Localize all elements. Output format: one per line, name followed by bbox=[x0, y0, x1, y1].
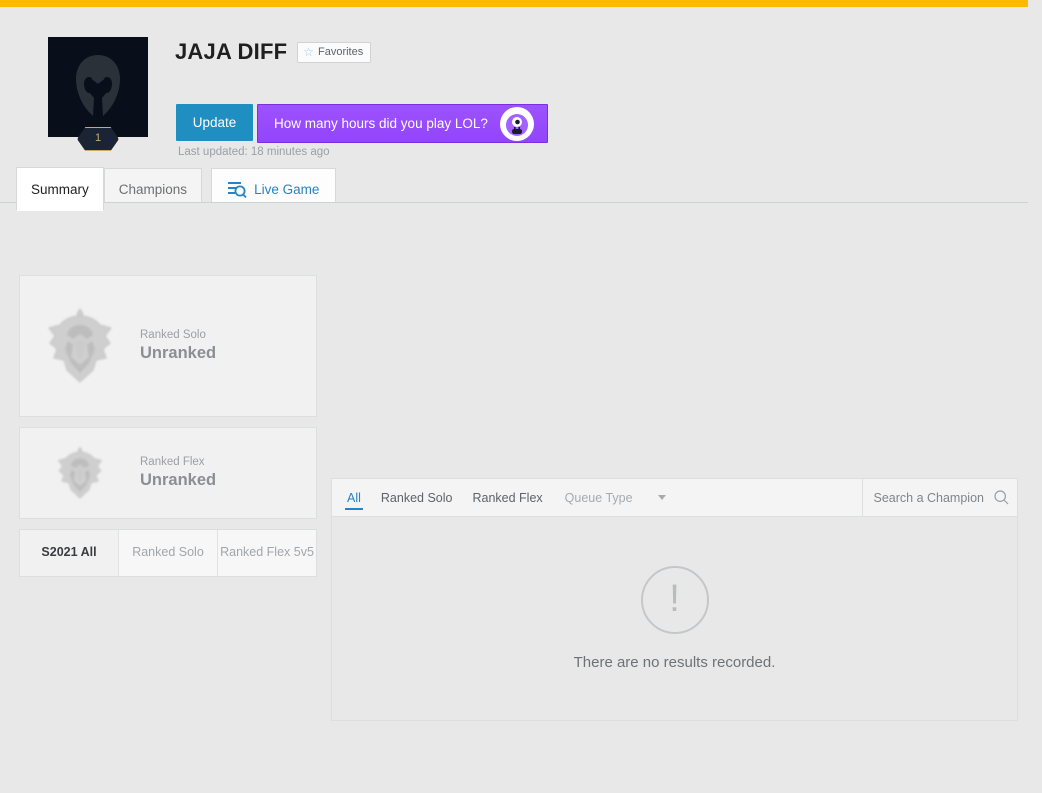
profile-header: 1 JAJA DIFF ☆ Favorites Update How many … bbox=[0, 7, 1028, 203]
unranked-emblem-icon bbox=[37, 303, 123, 389]
profile-icon-wrapper[interactable]: 1 bbox=[48, 37, 148, 137]
action-button-row: Update How many hours did you play LOL? bbox=[176, 104, 548, 143]
queue-type-label: Queue Type bbox=[565, 491, 633, 505]
ranked-sidebar: Ranked Solo Unranked bbox=[19, 275, 317, 577]
brand-top-bar bbox=[0, 0, 1028, 7]
season-tab-ranked-flex[interactable]: Ranked Flex 5v5 bbox=[217, 530, 316, 576]
queue-filter-group: All Ranked Solo Ranked Flex Queue Type bbox=[332, 479, 862, 516]
season-tab-ranked-solo[interactable]: Ranked Solo bbox=[118, 530, 217, 576]
promo-banner[interactable]: How many hours did you play LOL? bbox=[257, 104, 548, 143]
exclamation-circle-icon: ! bbox=[641, 566, 709, 634]
rank-emblem-flex-wrapper bbox=[20, 443, 140, 503]
filter-ranked-flex[interactable]: Ranked Flex bbox=[472, 479, 542, 516]
unranked-emblem-icon bbox=[50, 443, 110, 503]
tab-summary[interactable]: Summary bbox=[16, 167, 104, 210]
star-icon: ☆ bbox=[303, 46, 314, 58]
tab-champions-label: Champions bbox=[119, 182, 187, 197]
summoner-profile-icon[interactable] bbox=[48, 37, 148, 137]
summoner-name-row: JAJA DIFF ☆ Favorites bbox=[175, 39, 371, 65]
match-history-panel: All Ranked Solo Ranked Flex Queue Type !… bbox=[331, 478, 1018, 721]
rank-tier-flex: Unranked bbox=[140, 471, 216, 490]
filter-all[interactable]: All bbox=[347, 479, 361, 516]
tab-summary-label: Summary bbox=[31, 182, 89, 197]
rank-queue-label-flex: Ranked Flex bbox=[140, 456, 216, 468]
queue-type-dropdown[interactable]: Queue Type bbox=[565, 491, 666, 505]
season-tab-all[interactable]: S2021 All bbox=[20, 530, 118, 576]
page-right-gutter bbox=[1028, 7, 1042, 793]
filter-ranked-solo[interactable]: Ranked Solo bbox=[381, 479, 453, 516]
empty-results-message: There are no results recorded. bbox=[574, 654, 776, 671]
rank-card-solo: Ranked Solo Unranked bbox=[19, 275, 317, 417]
summoner-level-badge: 1 bbox=[77, 127, 119, 151]
champion-search-box[interactable] bbox=[862, 479, 1017, 516]
promo-banner-text: How many hours did you play LOL? bbox=[258, 116, 488, 131]
favorites-button[interactable]: ☆ Favorites bbox=[297, 42, 371, 63]
rank-card-flex: Ranked Flex Unranked bbox=[19, 427, 317, 519]
match-filter-bar: All Ranked Solo Ranked Flex Queue Type bbox=[331, 478, 1018, 517]
exclamation-glyph: ! bbox=[669, 580, 680, 618]
favorites-label: Favorites bbox=[318, 46, 363, 58]
chevron-down-icon bbox=[658, 495, 666, 500]
rank-tier-solo: Unranked bbox=[140, 344, 216, 363]
last-updated-text: Last updated: 18 minutes ago bbox=[178, 146, 330, 158]
tab-live-game-label: Live Game bbox=[254, 182, 319, 197]
promo-mascot-icon bbox=[495, 101, 539, 145]
rank-queue-label-solo: Ranked Solo bbox=[140, 329, 216, 341]
update-button[interactable]: Update bbox=[176, 104, 253, 141]
empty-results-panel: ! There are no results recorded. bbox=[331, 517, 1018, 721]
page-title: JAJA DIFF bbox=[175, 39, 287, 65]
search-icon bbox=[994, 490, 1009, 505]
top-bar-gutter bbox=[1028, 0, 1042, 7]
rank-emblem-solo-wrapper bbox=[20, 303, 140, 389]
rank-info-solo: Ranked Solo Unranked bbox=[140, 329, 216, 363]
rank-info-flex: Ranked Flex Unranked bbox=[140, 456, 216, 490]
search-input[interactable] bbox=[872, 490, 988, 506]
season-tab-group: S2021 All Ranked Solo Ranked Flex 5v5 bbox=[19, 529, 317, 577]
live-game-icon bbox=[228, 181, 247, 198]
